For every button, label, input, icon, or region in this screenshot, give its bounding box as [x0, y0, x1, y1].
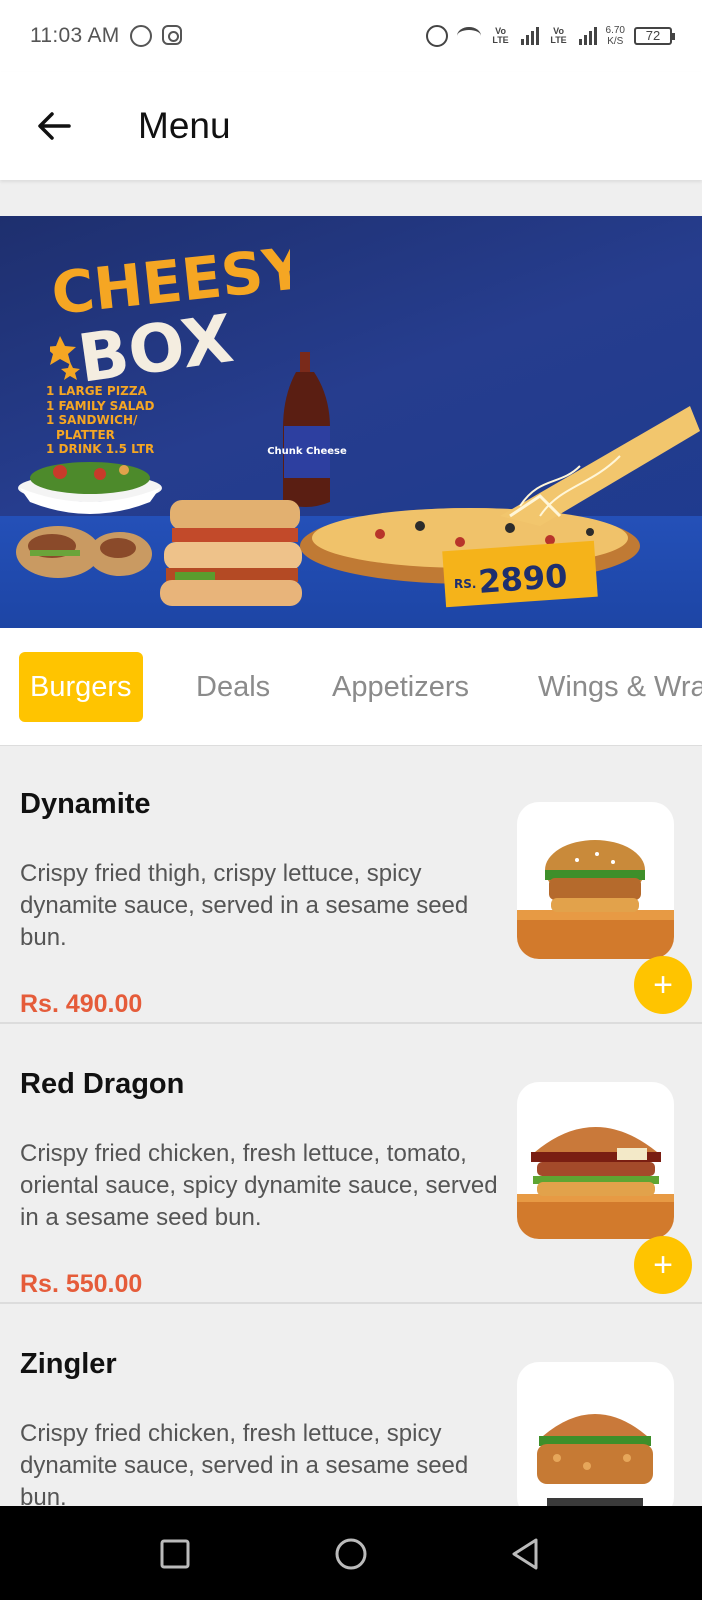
network-speed: 6.70 K/S [606, 25, 625, 47]
whatsapp-icon [129, 25, 152, 47]
add-to-cart-button[interactable]: + [634, 956, 692, 1014]
instagram-icon [161, 25, 182, 45]
speed-unit: K/S [607, 36, 624, 47]
speed-value: 6.70 [605, 25, 625, 36]
wifi-icon [456, 27, 481, 45]
tab-burgers[interactable]: Burgers [19, 652, 143, 722]
tab-appetizers[interactable]: Appetizers [321, 652, 480, 722]
item-name: Zingler [20, 1348, 117, 1380]
item-image [517, 802, 674, 959]
item-description: Crispy fried thigh, crispy lettuce, spic… [20, 860, 469, 951]
square-icon[interactable] [155, 1534, 195, 1574]
banner-price: 2890 [477, 557, 568, 601]
item-price: Rs. 490.00 [20, 990, 143, 1018]
system-nav-bar [0, 1506, 702, 1600]
item-name: Dynamite [20, 788, 151, 820]
category-tabs: Burgers Deals Appetizers Wings & Wraps [0, 628, 702, 746]
status-bar: 11:03 AM Vo LTE Vo LTE 6.70 K/S 72 [0, 0, 702, 72]
triangle-back-icon[interactable] [506, 1534, 546, 1574]
circle-icon[interactable] [331, 1534, 371, 1574]
arrow-left-icon [38, 112, 71, 140]
signal-icon-2 [578, 27, 597, 45]
item-name: Red Dragon [20, 1068, 185, 1100]
network-tag-1: Vo LTE [492, 26, 509, 45]
bottle-label: Chunk Cheese [267, 446, 347, 457]
menu-list: Dynamite Crispy fried thigh, crispy lett… [0, 746, 702, 1506]
menu-item[interactable]: Zingler Crispy fried chicken, fresh lett… [0, 1306, 702, 1506]
tab-deals[interactable]: Deals [185, 652, 281, 722]
item-price: Rs. 550.00 [20, 1270, 143, 1298]
back-button[interactable] [22, 94, 86, 158]
alarm-icon [425, 25, 448, 47]
price-prefix: RS. [454, 577, 476, 591]
network-tag-2: Vo LTE [550, 26, 567, 45]
item-description: Crispy fried chicken, fresh lettuce, tom… [20, 1140, 498, 1231]
app-bar: Menu [0, 72, 702, 180]
status-time: 11:03 AM [30, 24, 120, 47]
item-image [517, 1082, 674, 1239]
signal-icon [520, 27, 539, 45]
add-to-cart-button[interactable]: + [634, 1236, 692, 1294]
banner-food-illustration: Chunk Cheese RS. 2890 [16, 352, 700, 608]
item-description: Crispy fried chicken, fresh lettuce, spi… [20, 1420, 469, 1506]
menu-item[interactable]: Red Dragon Crispy fried chicken, fresh l… [0, 1026, 702, 1304]
item-image [517, 1362, 674, 1506]
tab-wings-wraps[interactable]: Wings & Wraps [527, 652, 702, 722]
promo-banner[interactable]: CHEESY BOX 1 LARGE PIZZA 1 FAMILY SALAD … [0, 216, 702, 628]
page-title: Menu [138, 105, 231, 146]
battery-icon: 72 [634, 27, 675, 45]
menu-item[interactable]: Dynamite Crispy fried thigh, crispy lett… [0, 746, 702, 1024]
